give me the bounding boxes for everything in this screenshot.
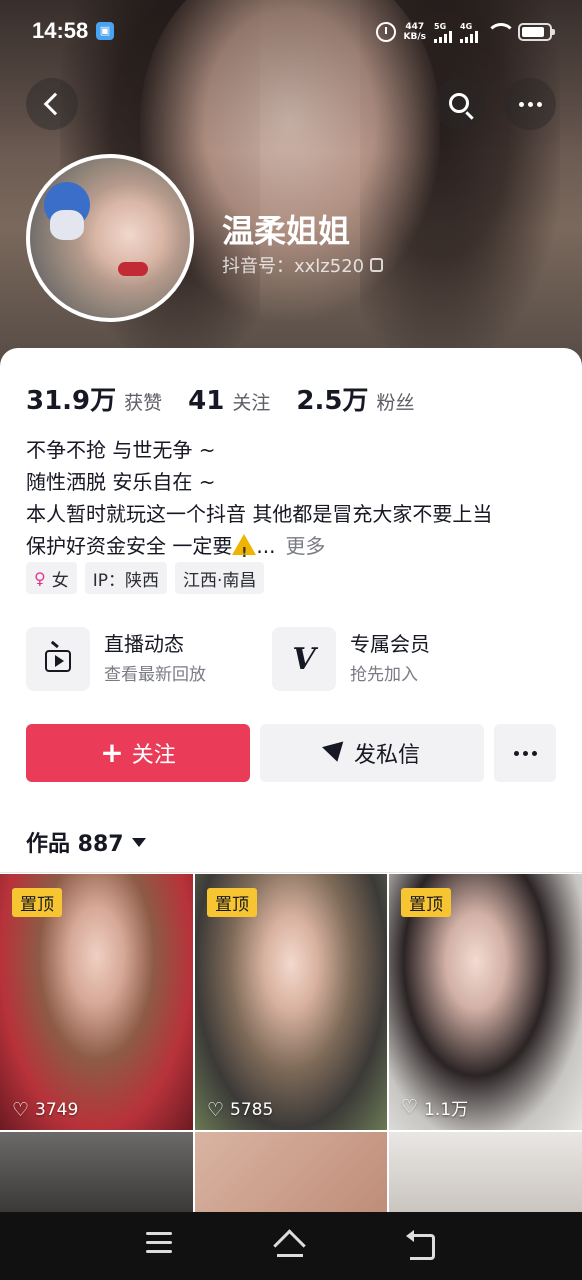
pinned-badge: 置顶 (401, 888, 451, 917)
location-tag[interactable]: 江西·南昌 (174, 562, 265, 594)
tab-works[interactable]: 作品 887 (26, 826, 146, 858)
video-likes: ♡ 5785 (207, 1098, 274, 1121)
bio-line: 不争不抢 与世无争 ~ (26, 438, 216, 462)
search-icon (448, 92, 469, 113)
more-dots-icon (513, 750, 537, 756)
pinned-badge: 置顶 (207, 888, 257, 917)
video-thumbnail[interactable]: 置顶 ♡ 3749 (0, 874, 193, 1130)
live-updates-subtitle: 查看最新回放 (104, 665, 206, 685)
copy-icon[interactable] (370, 258, 384, 272)
video-thumbnail[interactable] (0, 1132, 193, 1214)
vip-v-icon: V (292, 641, 316, 677)
stat-followers-label: 粉丝 (376, 392, 415, 414)
vip-membership-title: 专属会员 (350, 632, 430, 656)
status-bar: 14:58 ▣ 447 KB/s 5G 4G (0, 0, 582, 62)
heart-icon: ♡ (207, 1098, 225, 1121)
divider (0, 872, 582, 873)
stat-likes-value: 31.9万 (26, 386, 117, 416)
bio-line: 本人暂时就玩这一个抖音 其他都是冒充大家不要上当 (26, 502, 493, 526)
feature-entries: 直播动态 查看最新回放 V 专属会员 抢先加入 (26, 626, 566, 692)
stat-followers-value: 2.5万 (296, 386, 369, 416)
pinned-badge: 置顶 (12, 888, 62, 917)
video-likes: ♡ 3749 (12, 1098, 79, 1121)
bio-more-link[interactable]: 更多 (285, 534, 325, 558)
plus-icon: + (100, 736, 124, 769)
douyin-id-text: 抖音号：xxlz520 (222, 256, 365, 277)
search-button[interactable] (434, 78, 486, 130)
alarm-icon (375, 22, 396, 42)
send-message-button[interactable]: 发私信 (260, 724, 484, 782)
vip-membership-entry[interactable]: V 专属会员 抢先加入 (272, 626, 430, 692)
home-icon[interactable] (274, 1232, 304, 1260)
heart-icon: ♡ (401, 1096, 419, 1118)
follow-button[interactable]: + 关注 (26, 724, 250, 782)
send-message-label: 发私信 (353, 743, 420, 768)
video-grid: 置顶 ♡ 3749 置顶 ♡ 5785 置顶 ♡ 1.1万 (0, 874, 582, 1214)
stat-following-label: 关注 (232, 392, 271, 414)
send-icon (322, 741, 348, 765)
follow-button-label: 关注 (131, 743, 176, 768)
chevron-left-icon (43, 92, 67, 116)
back-icon[interactable] (404, 1230, 435, 1260)
battery-icon (518, 23, 555, 41)
live-updates-title: 直播动态 (104, 632, 184, 656)
signal-sim1-icon: 5G (434, 22, 452, 43)
wifi-icon (486, 23, 516, 41)
live-updates-entry[interactable]: 直播动态 查看最新回放 (26, 626, 206, 692)
video-thumbnail[interactable] (195, 1132, 387, 1214)
gender-tag: ♀ 女 (26, 562, 77, 594)
tv-icon (45, 650, 71, 672)
more-dots-icon (518, 101, 542, 107)
video-likes: ♡ 1.1万 (401, 1096, 469, 1121)
stat-likes[interactable]: 31.9万 获赞 (26, 380, 162, 417)
system-navigation-bar (0, 1212, 582, 1280)
works-tab-label: 作品 887 (26, 832, 124, 857)
more-options-button[interactable] (504, 78, 556, 130)
female-icon: ♀ (34, 568, 46, 588)
app-notification-icon: ▣ (96, 22, 114, 40)
bio-line: 随性洒脱 安乐自在 ~ (26, 470, 216, 494)
status-time: 14:58 (32, 18, 89, 43)
douyin-id[interactable]: 抖音号：xxlz520 (222, 252, 384, 278)
ip-location-tag: IP：陕西 (84, 562, 167, 594)
caret-down-icon (131, 837, 146, 847)
profile-tags: ♀ 女 IP：陕西 江西·南昌 (26, 562, 265, 594)
back-button[interactable] (26, 78, 78, 130)
signal-sim2-icon: 4G (460, 22, 478, 43)
warning-icon (232, 534, 257, 570)
network-speed: 447 KB/s (403, 22, 426, 42)
bio-line: 保护好资金安全 一定要...更多 (26, 530, 566, 570)
stat-following-value: 41 (188, 386, 225, 416)
profile-stats: 31.9万 获赞 41 关注 2.5万 粉丝 (26, 380, 440, 417)
stat-followers[interactable]: 2.5万 粉丝 (296, 380, 414, 417)
avatar[interactable] (26, 154, 194, 322)
more-actions-button[interactable] (494, 724, 556, 782)
video-thumbnail[interactable]: 置顶 ♡ 1.1万 (389, 874, 582, 1130)
profile-bio[interactable]: 不争不抢 与世无争 ~ 随性洒脱 安乐自在 ~ 本人暂时就玩这一个抖音 其他都是… (26, 434, 566, 570)
video-thumbnail[interactable] (389, 1132, 582, 1214)
heart-icon: ♡ (12, 1098, 30, 1121)
profile-actions: + 关注 发私信 (26, 724, 556, 782)
stat-following[interactable]: 41 关注 (188, 386, 270, 416)
vip-membership-subtitle: 抢先加入 (350, 665, 418, 685)
video-thumbnail[interactable]: 置顶 ♡ 5785 (195, 874, 387, 1130)
profile-nickname: 温柔姐姐 (222, 212, 351, 250)
recent-apps-icon[interactable] (146, 1232, 176, 1260)
stat-likes-label: 获赞 (124, 392, 163, 414)
